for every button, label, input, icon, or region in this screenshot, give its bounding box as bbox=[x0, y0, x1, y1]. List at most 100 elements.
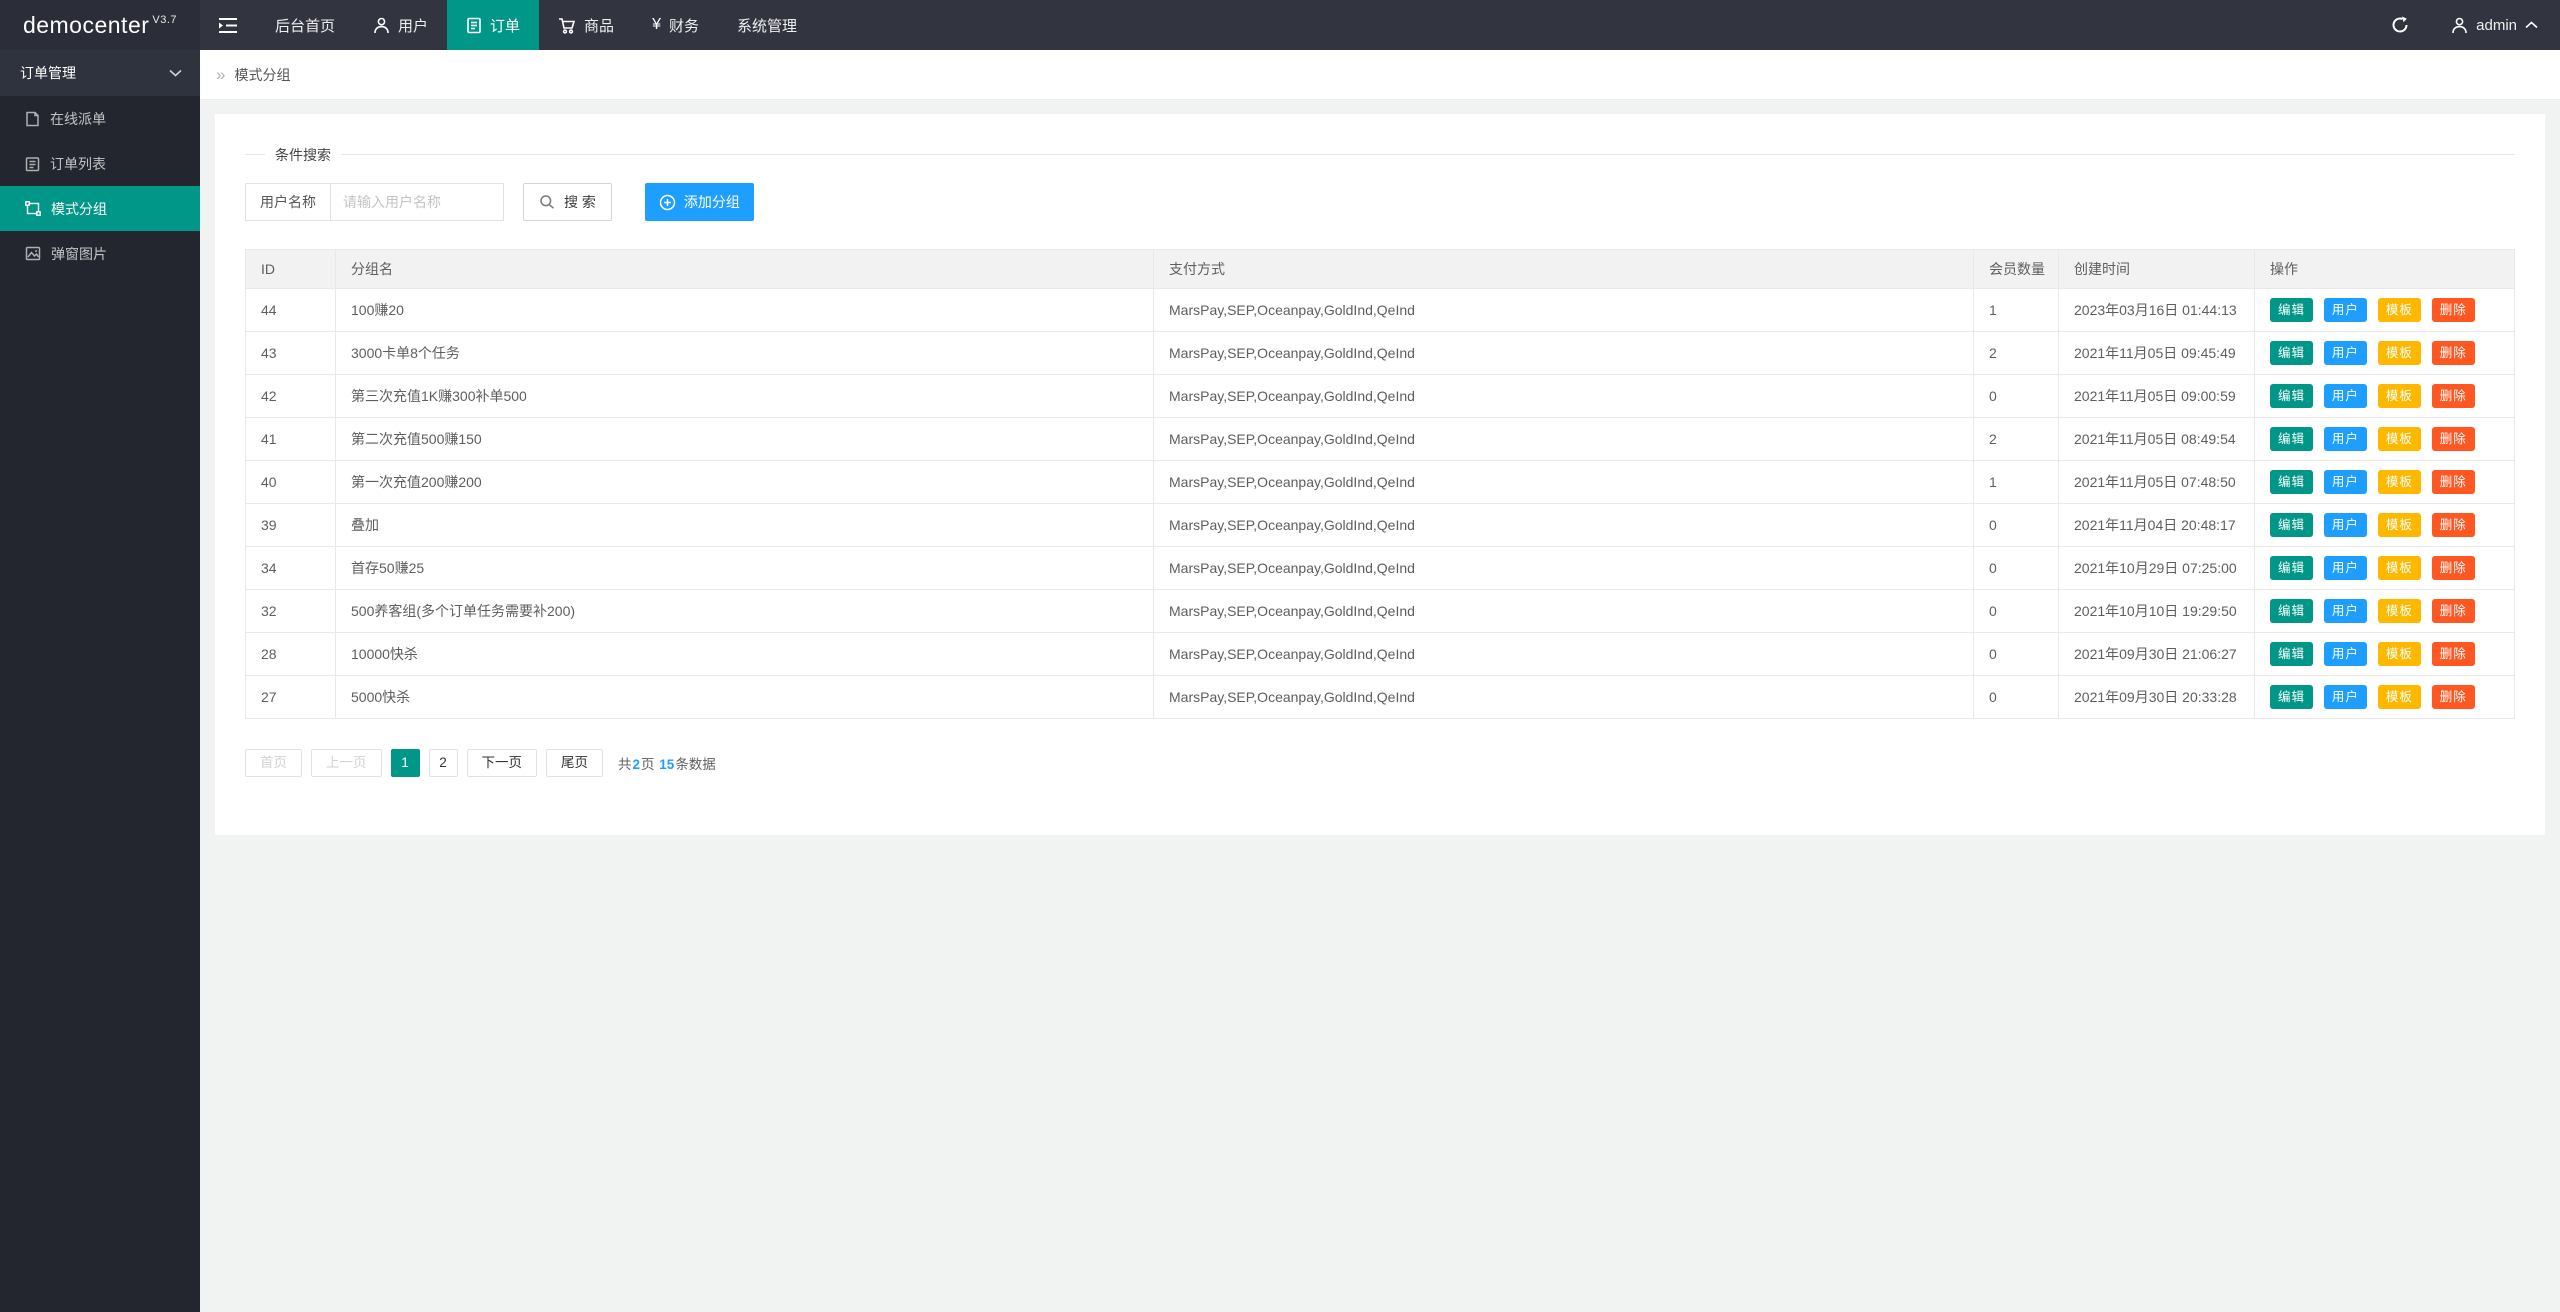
prev-page-button[interactable]: 上一页 bbox=[311, 749, 382, 777]
cell-group-name: 500养客组(多个订单任务需要补200) bbox=[336, 590, 1154, 633]
image-icon bbox=[25, 246, 41, 261]
chevron-up-icon bbox=[2525, 21, 2538, 29]
row-users-button[interactable]: 用户 bbox=[2324, 384, 2367, 408]
first-page-button[interactable]: 首页 bbox=[245, 749, 302, 777]
cell-created: 2021年11月05日 09:45:49 bbox=[2059, 332, 2255, 375]
delete-button[interactable]: 删除 bbox=[2432, 384, 2475, 408]
cell-member-count: 0 bbox=[1974, 676, 2059, 719]
search-button[interactable]: 搜 索 bbox=[523, 183, 612, 221]
row-users-button[interactable]: 用户 bbox=[2324, 599, 2367, 623]
next-page-button[interactable]: 下一页 bbox=[467, 749, 538, 777]
delete-button[interactable]: 删除 bbox=[2432, 341, 2475, 365]
edit-button[interactable]: 编辑 bbox=[2270, 384, 2313, 408]
delete-button[interactable]: 删除 bbox=[2432, 599, 2475, 623]
cell-created: 2023年03月16日 01:44:13 bbox=[2059, 289, 2255, 332]
edit-button[interactable]: 编辑 bbox=[2270, 298, 2313, 322]
search-legend: 条件搜索 bbox=[265, 145, 341, 165]
last-page-button[interactable]: 尾页 bbox=[546, 749, 603, 777]
delete-button[interactable]: 删除 bbox=[2432, 642, 2475, 666]
delete-button[interactable]: 删除 bbox=[2432, 685, 2475, 709]
refresh-button[interactable] bbox=[2371, 0, 2429, 50]
cell-member-count: 2 bbox=[1974, 332, 2059, 375]
cell-member-count: 0 bbox=[1974, 504, 2059, 547]
cell-payment: MarsPay,SEP,Oceanpay,GoldInd,QeInd bbox=[1154, 676, 1974, 719]
template-button[interactable]: 模板 bbox=[2378, 298, 2421, 322]
breadcrumb: » 模式分组 bbox=[200, 50, 2560, 100]
edit-button[interactable]: 编辑 bbox=[2270, 556, 2313, 580]
sidebar-item-popup-images[interactable]: 弹窗图片 bbox=[0, 231, 200, 276]
main-content: 条件搜索 用户名称 搜 索 bbox=[200, 100, 2560, 1312]
chevron-down-icon bbox=[169, 69, 182, 77]
row-users-button[interactable]: 用户 bbox=[2324, 685, 2367, 709]
edit-button[interactable]: 编辑 bbox=[2270, 341, 2313, 365]
sidebar-item-label: 弹窗图片 bbox=[51, 244, 107, 264]
row-users-button[interactable]: 用户 bbox=[2324, 470, 2367, 494]
cell-group-name: 5000快杀 bbox=[336, 676, 1154, 719]
template-button[interactable]: 模板 bbox=[2378, 470, 2421, 494]
nav-item-system[interactable]: 系统管理 bbox=[718, 0, 816, 50]
search-icon bbox=[539, 194, 555, 210]
nav-item-home[interactable]: 后台首页 bbox=[256, 0, 354, 50]
cart-icon bbox=[558, 17, 576, 34]
cell-payment: MarsPay,SEP,Oceanpay,GoldInd,QeInd bbox=[1154, 461, 1974, 504]
template-button[interactable]: 模板 bbox=[2378, 599, 2421, 623]
edit-button[interactable]: 编辑 bbox=[2270, 427, 2313, 451]
template-button[interactable]: 模板 bbox=[2378, 384, 2421, 408]
cell-actions: 编辑 用户 模板 删除 bbox=[2255, 590, 2515, 633]
total-records: 15 bbox=[658, 757, 675, 772]
nav-item-users[interactable]: 用户 bbox=[354, 0, 447, 50]
cell-created: 2021年11月05日 08:49:54 bbox=[2059, 418, 2255, 461]
edit-button[interactable]: 编辑 bbox=[2270, 513, 2313, 537]
row-users-button[interactable]: 用户 bbox=[2324, 642, 2367, 666]
sidebar-item-order-list[interactable]: 订单列表 bbox=[0, 141, 200, 186]
template-button[interactable]: 模板 bbox=[2378, 427, 2421, 451]
cell-created: 2021年10月10日 19:29:50 bbox=[2059, 590, 2255, 633]
row-users-button[interactable]: 用户 bbox=[2324, 298, 2367, 322]
nav-item-products[interactable]: 商品 bbox=[539, 0, 633, 50]
row-users-button[interactable]: 用户 bbox=[2324, 341, 2367, 365]
main-nav: 后台首页 用户 订单 bbox=[256, 0, 816, 50]
row-users-button[interactable]: 用户 bbox=[2324, 556, 2367, 580]
sidebar-item-online-dispatch[interactable]: 在线派单 bbox=[0, 96, 200, 141]
cell-member-count: 0 bbox=[1974, 375, 2059, 418]
list-icon bbox=[25, 156, 40, 172]
cell-group-name: 10000快杀 bbox=[336, 633, 1154, 676]
cell-payment: MarsPay,SEP,Oceanpay,GoldInd,QeInd bbox=[1154, 590, 1974, 633]
sidebar-group-order-management[interactable]: 订单管理 bbox=[0, 50, 200, 96]
cell-actions: 编辑 用户 模板 删除 bbox=[2255, 676, 2515, 719]
row-users-button[interactable]: 用户 bbox=[2324, 427, 2367, 451]
delete-button[interactable]: 删除 bbox=[2432, 298, 2475, 322]
table-row: 32 500养客组(多个订单任务需要补200) MarsPay,SEP,Ocea… bbox=[246, 590, 2515, 633]
edit-button[interactable]: 编辑 bbox=[2270, 599, 2313, 623]
edit-button[interactable]: 编辑 bbox=[2270, 685, 2313, 709]
username-input[interactable] bbox=[331, 184, 503, 220]
edit-button[interactable]: 编辑 bbox=[2270, 470, 2313, 494]
cell-id: 41 bbox=[246, 418, 336, 461]
cell-group-name: 第三次充值1K赚300补单500 bbox=[336, 375, 1154, 418]
cell-created: 2021年11月05日 09:00:59 bbox=[2059, 375, 2255, 418]
page-button-2[interactable]: 2 bbox=[429, 749, 458, 777]
template-button[interactable]: 模板 bbox=[2378, 556, 2421, 580]
add-group-button[interactable]: 添加分组 bbox=[645, 183, 754, 221]
delete-button[interactable]: 删除 bbox=[2432, 470, 2475, 494]
delete-button[interactable]: 删除 bbox=[2432, 513, 2475, 537]
user-menu[interactable]: admin bbox=[2429, 0, 2560, 50]
delete-button[interactable]: 删除 bbox=[2432, 427, 2475, 451]
row-users-button[interactable]: 用户 bbox=[2324, 513, 2367, 537]
cell-id: 43 bbox=[246, 332, 336, 375]
page-button-1[interactable]: 1 bbox=[391, 749, 420, 777]
template-button[interactable]: 模板 bbox=[2378, 685, 2421, 709]
col-header-group-name: 分组名 bbox=[336, 250, 1154, 289]
nav-item-finance[interactable]: ¥ 财务 bbox=[633, 0, 718, 50]
cell-member-count: 1 bbox=[1974, 289, 2059, 332]
sidebar-item-label: 订单列表 bbox=[50, 154, 106, 174]
template-button[interactable]: 模板 bbox=[2378, 341, 2421, 365]
cell-actions: 编辑 用户 模板 删除 bbox=[2255, 332, 2515, 375]
template-button[interactable]: 模板 bbox=[2378, 642, 2421, 666]
delete-button[interactable]: 删除 bbox=[2432, 556, 2475, 580]
sidebar-item-mode-groups[interactable]: 模式分组 bbox=[0, 186, 200, 231]
edit-button[interactable]: 编辑 bbox=[2270, 642, 2313, 666]
nav-item-orders[interactable]: 订单 bbox=[447, 0, 539, 50]
template-button[interactable]: 模板 bbox=[2378, 513, 2421, 537]
sidebar-fold-button[interactable] bbox=[200, 0, 256, 50]
